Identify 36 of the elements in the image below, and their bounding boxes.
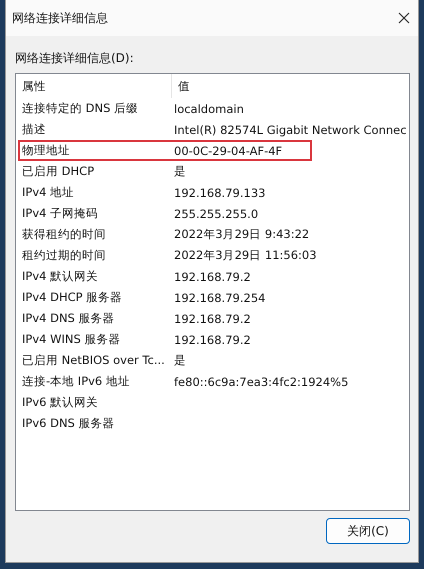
property-cell-text: IPv4 子网掩码 xyxy=(21,206,100,221)
value-cell-text: 192.168.79.2 xyxy=(173,332,251,346)
property-cell-text: 已启用 NetBIOS over Tc... xyxy=(21,353,166,368)
value-cell-text: localdomain xyxy=(173,102,244,116)
close-button[interactable]: 关闭(C) xyxy=(326,518,410,544)
property-cell-text: IPv4 DNS 服务器 xyxy=(21,311,116,326)
property-cell-text: 连接特定的 DNS 后缀 xyxy=(21,101,140,116)
value-cell-text: Intel(R) 82574L Gigabit Network Connec xyxy=(173,122,407,136)
value-cell-text: 2022年3月29日 11:56:03 xyxy=(173,248,317,263)
value-cell-text: 192.168.79.2 xyxy=(173,312,251,326)
value-cell-text: 192.168.79.254 xyxy=(173,290,266,304)
value-cell-text: 00-0C-29-04-AF-4F xyxy=(173,144,282,158)
column-header[interactable]: 属性 xyxy=(16,74,172,98)
property-cell-text: IPv6 默认网关 xyxy=(21,395,100,410)
window-title: 网络连接详细信息 xyxy=(12,10,108,26)
property-cell-text: 连接-本地 IPv6 地址 xyxy=(21,374,131,389)
property-cell-text: 描述 xyxy=(21,122,47,137)
property-cell-text: 获得租约的时间 xyxy=(21,227,107,242)
property-cell-text: 物理地址 xyxy=(21,143,71,158)
property-cell-text: 租约过期的时间 xyxy=(21,248,107,263)
value-cell-text: 2022年3月29日 9:43:22 xyxy=(173,227,310,242)
value-cell-text: 192.168.79.133 xyxy=(173,186,266,200)
close-icon[interactable] xyxy=(398,12,410,24)
property-cell-text: IPv6 DNS 服务器 xyxy=(21,416,116,431)
property-cell-text: IPv4 默认网关 xyxy=(21,269,100,284)
value-cell-text: fe80::6c9a:7ea3:4fc2:1924%5 xyxy=(173,374,348,388)
column-header[interactable]: 值 xyxy=(172,74,190,98)
property-cell-text: IPv4 WINS 服务器 xyxy=(21,332,122,347)
value-cell-text: 192.168.79.2 xyxy=(173,270,251,284)
value-cell-text: 是 xyxy=(173,353,186,368)
value-cell-text: 是 xyxy=(173,164,186,179)
property-cell-text: IPv4 地址 xyxy=(21,185,76,200)
property-cell-text: IPv4 DHCP 服务器 xyxy=(21,290,124,305)
property-cell-text: 已启用 DHCP xyxy=(21,164,96,179)
list-label: 网络连接详细信息(D): xyxy=(15,50,135,67)
value-cell-text: 255.255.255.0 xyxy=(173,206,258,220)
